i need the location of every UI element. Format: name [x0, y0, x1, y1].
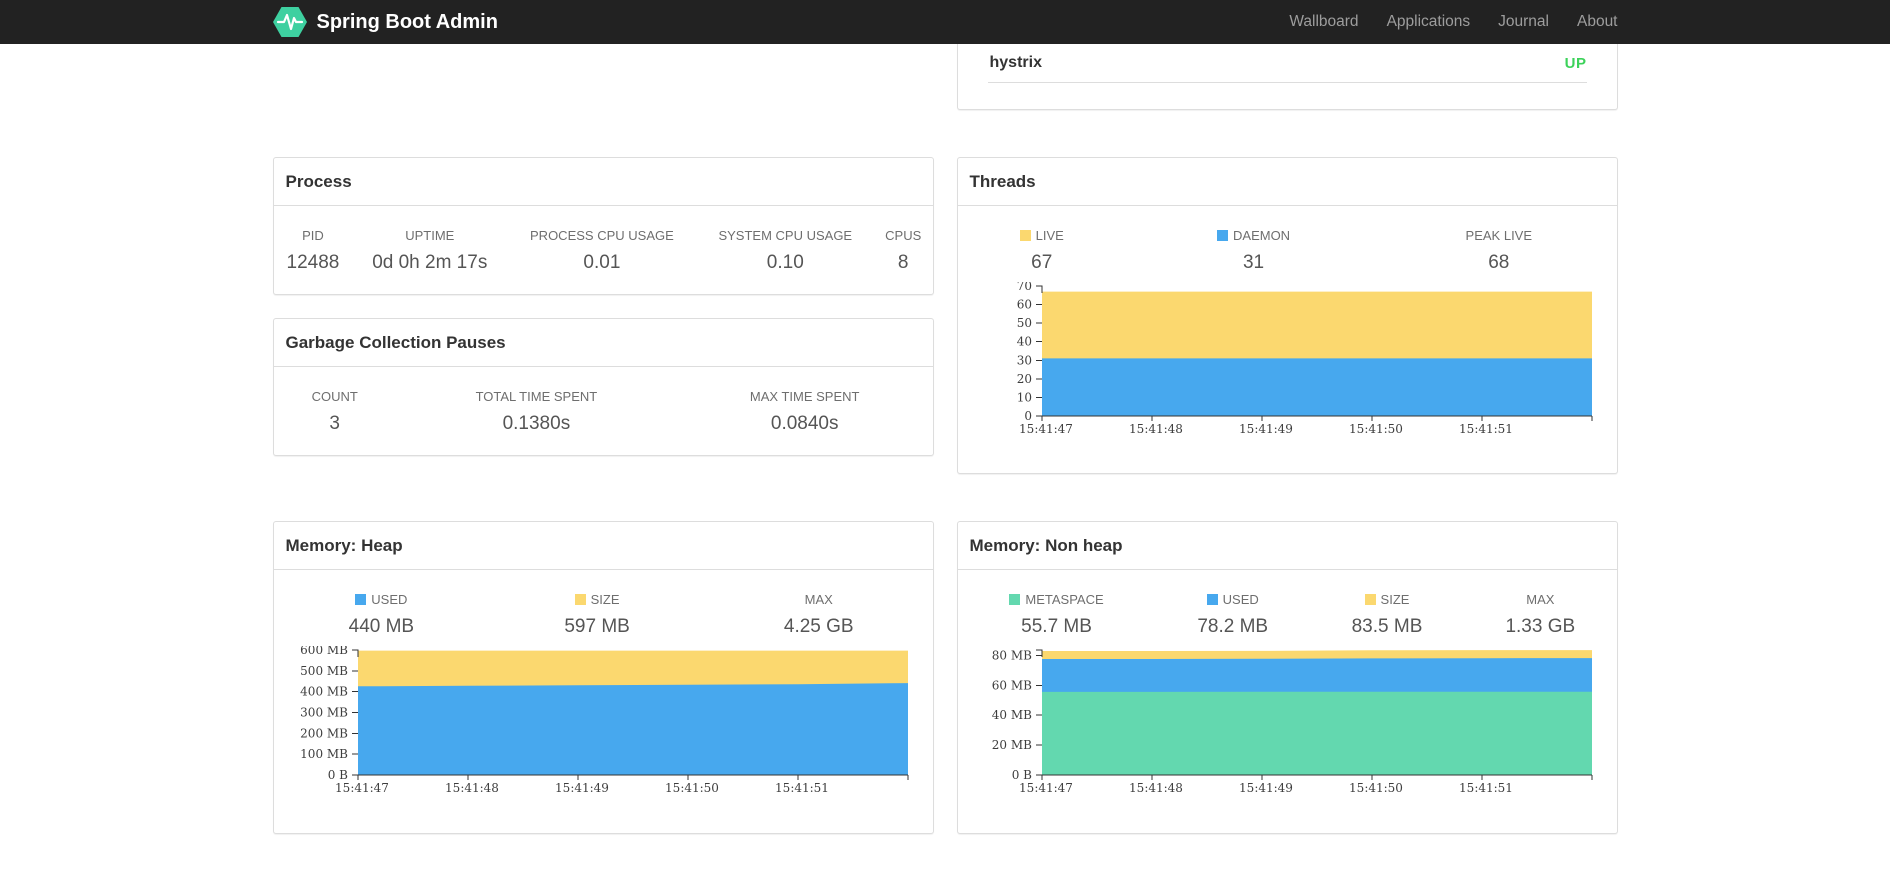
threads-legend: LIVE 67 DAEMON 31 PEAK LIVE 68	[958, 206, 1617, 278]
svg-text:70: 70	[1016, 282, 1031, 293]
gc-stats: COUNT 3 TOTAL TIME SPENT 0.1380s MAX TIM…	[274, 367, 933, 455]
svg-text:0 B: 0 B	[1011, 768, 1031, 782]
nav-item-wallboard[interactable]: Wallboard	[1275, 13, 1372, 31]
svg-text:15:41:50: 15:41:50	[1349, 781, 1403, 795]
svg-text:15:41:51: 15:41:51	[1459, 422, 1513, 436]
pulse-hexagon-icon	[272, 7, 307, 37]
svg-text:15:41:49: 15:41:49	[1239, 781, 1293, 795]
svg-text:100 MB: 100 MB	[300, 747, 348, 761]
navbar: Spring Boot Admin Wallboard Applications…	[0, 0, 1890, 44]
svg-text:15:41:50: 15:41:50	[665, 781, 719, 795]
legend-heap-used: USED 440 MB	[348, 592, 415, 637]
svg-text:15:41:47: 15:41:47	[1019, 422, 1073, 436]
live-swatch	[1019, 230, 1031, 241]
process-stats: PID 12488 UPTIME 0d 0h 2m 17s PROCESS CP…	[274, 206, 933, 294]
svg-text:15:41:50: 15:41:50	[1349, 422, 1403, 436]
legend-heap-size: SIZE 597 MB	[564, 592, 630, 637]
gc-pauses-card: Garbage Collection Pauses COUNT 3 TOTAL …	[272, 318, 934, 456]
heap-used-swatch	[355, 594, 367, 605]
svg-text:60: 60	[1016, 298, 1031, 312]
nav-links: Wallboard Applications Journal About	[1275, 13, 1617, 31]
svg-text:20: 20	[1016, 372, 1031, 386]
svg-text:0: 0	[1024, 409, 1032, 423]
svg-text:300 MB: 300 MB	[300, 706, 348, 720]
stat-gc-max-time: MAX TIME SPENT 0.0840s	[749, 389, 860, 434]
legend-nonheap-used: USED 78.2 MB	[1197, 592, 1269, 637]
threads-card: Threads LIVE 67 DAEMON 31 PEAK LIVE 68 1…	[956, 157, 1618, 474]
application-status-badge: UP	[1564, 54, 1587, 72]
nav-item-applications[interactable]: Applications	[1373, 13, 1485, 31]
svg-text:15:41:48: 15:41:48	[1129, 422, 1183, 436]
legend-daemon: DAEMON 31	[1126, 206, 1381, 278]
svg-text:40 MB: 40 MB	[991, 708, 1031, 722]
svg-text:50: 50	[1016, 316, 1031, 330]
legend-nonheap-size: SIZE 83.5 MB	[1351, 592, 1423, 637]
nonheap-size-swatch	[1364, 594, 1376, 605]
memory-non-heap-legend: METASPACE 55.7 MB USED 78.2 MB SIZE 83.5…	[958, 570, 1617, 642]
nonheap-used-swatch	[1206, 594, 1218, 605]
svg-text:15:41:49: 15:41:49	[1239, 422, 1293, 436]
brand-title: Spring Boot Admin	[316, 10, 498, 33]
svg-text:15:41:51: 15:41:51	[1459, 781, 1513, 795]
applications-status-card: hystrix UP	[956, 44, 1618, 110]
memory-non-heap-card: Memory: Non heap METASPACE 55.7 MB USED …	[956, 521, 1618, 834]
process-card: Process PID 12488 UPTIME 0d 0h 2m 17s PR…	[272, 157, 934, 295]
svg-text:40: 40	[1016, 335, 1031, 349]
memory-non-heap-area-chart: 15:41:47 15:41:48 15:41:49 15:41:50 15:41:51…	[991, 648, 1592, 795]
svg-text:30: 30	[1016, 353, 1031, 367]
legend-heap-max: MAX 4.25 GB	[783, 592, 854, 637]
legend-metaspace: METASPACE 55.7 MB	[958, 570, 1156, 642]
nav-item-journal[interactable]: Journal	[1484, 13, 1563, 31]
svg-text:15:41:49: 15:41:49	[555, 781, 609, 795]
application-row-hystrix[interactable]: hystrix UP	[958, 44, 1617, 72]
memory-heap-legend: USED 440 MB SIZE 597 MB MAX 4.25 GB	[274, 570, 933, 642]
stat-system-cpu-usage: SYSTEM CPU USAGE 0.10	[718, 228, 853, 273]
svg-text:500 MB: 500 MB	[300, 664, 348, 678]
legend-live: LIVE 67	[958, 206, 1127, 278]
stat-process-cpu-usage: PROCESS CPU USAGE 0.01	[530, 228, 674, 273]
gc-card-title: Garbage Collection Pauses	[273, 319, 933, 367]
memory-heap-title: Memory: Heap	[273, 522, 933, 570]
heap-size-swatch	[574, 594, 586, 605]
process-card-title: Process	[273, 158, 933, 206]
threads-card-title: Threads	[957, 158, 1617, 206]
svg-text:15:41:47: 15:41:47	[335, 781, 389, 795]
svg-text:15:41:48: 15:41:48	[445, 781, 499, 795]
stat-gc-total-time: TOTAL TIME SPENT 0.1380s	[475, 389, 598, 434]
memory-non-heap-title: Memory: Non heap	[957, 522, 1617, 570]
memory-non-heap-chart: 15:41:47 15:41:48 15:41:49 15:41:50 15:41:51…	[958, 642, 1617, 833]
svg-text:80 MB: 80 MB	[991, 648, 1031, 662]
stat-pid: PID 12488	[286, 228, 340, 273]
svg-text:0 B: 0 B	[327, 768, 347, 782]
legend-nonheap-max: MAX 1.33 GB	[1505, 592, 1576, 637]
daemon-swatch	[1217, 230, 1229, 241]
threads-area-chart: 15:41:47 15:41:48 15:41:49 15:41:50 15:41:51…	[1016, 279, 1592, 436]
stat-uptime: UPTIME 0d 0h 2m 17s	[372, 228, 488, 273]
memory-heap-chart: 15:41:47 15:41:48 15:41:49 15:41:50 15:41:51…	[274, 642, 933, 833]
metaspace-swatch	[1009, 594, 1021, 605]
brand-home-link[interactable]: Spring Boot Admin	[272, 7, 498, 37]
svg-text:10: 10	[1016, 390, 1031, 404]
svg-text:400 MB: 400 MB	[300, 685, 348, 699]
svg-text:200 MB: 200 MB	[300, 726, 348, 740]
threads-chart: 15:41:47 15:41:48 15:41:49 15:41:50 15:41:51…	[958, 278, 1617, 473]
svg-text:15:41:51: 15:41:51	[775, 781, 829, 795]
stat-gc-count: COUNT 3	[311, 389, 358, 434]
svg-text:20 MB: 20 MB	[991, 738, 1031, 752]
svg-text:600 MB: 600 MB	[300, 646, 348, 657]
svg-text:15:41:48: 15:41:48	[1129, 781, 1183, 795]
nav-item-about[interactable]: About	[1563, 13, 1618, 31]
stat-cpus: CPUS 8	[885, 228, 922, 273]
legend-peak-live: PEAK LIVE 68	[1465, 228, 1533, 273]
application-name: hystrix	[989, 54, 1042, 71]
memory-heap-card: Memory: Heap USED 440 MB SIZE 597 MB MAX…	[272, 521, 934, 834]
svg-text:15:41:47: 15:41:47	[1019, 781, 1073, 795]
memory-heap-area-chart: 15:41:47 15:41:48 15:41:49 15:41:50 15:41:51…	[300, 643, 908, 795]
svg-text:60 MB: 60 MB	[991, 678, 1031, 692]
